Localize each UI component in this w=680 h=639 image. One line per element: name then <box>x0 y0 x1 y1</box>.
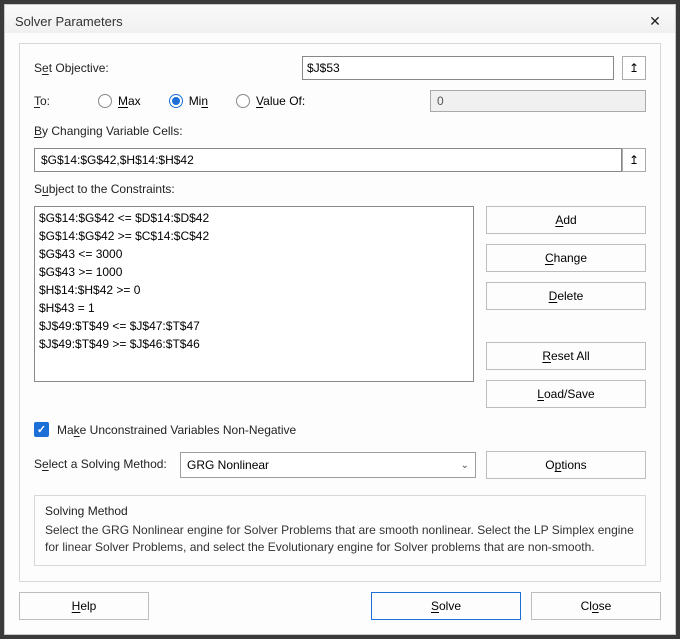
changing-row: ↥ <box>34 148 646 172</box>
objective-row: Set Objective: ↥ <box>34 56 646 80</box>
solving-method-value: GRG Nonlinear <box>187 458 269 472</box>
radio-icon <box>98 94 112 108</box>
checkbox-checked-icon: ✓ <box>34 422 49 437</box>
changing-ref-button[interactable]: ↥ <box>622 148 646 172</box>
radio-min[interactable]: Min <box>169 94 208 108</box>
solving-method-row: Select a Solving Method: GRG Nonlinear ⌄… <box>34 451 646 479</box>
changing-label: By Changing Variable Cells: <box>34 124 646 138</box>
delete-button[interactable]: Delete <box>486 282 646 310</box>
radio-icon-selected <box>169 94 183 108</box>
to-label: To: <box>34 94 90 108</box>
main-panel: Set Objective: ↥ To: Max <box>19 43 661 582</box>
radio-valueof-label: Value Of: <box>256 94 305 108</box>
help-button[interactable]: Help <box>19 592 149 620</box>
radio-max[interactable]: Max <box>98 94 141 108</box>
close-button[interactable]: Close <box>531 592 661 620</box>
info-title: Solving Method <box>45 504 635 518</box>
collapse-ref-icon: ↥ <box>629 62 639 74</box>
to-row: To: Max Min Value Of: <box>34 90 646 112</box>
collapse-ref-icon: ↥ <box>629 154 639 166</box>
solve-button[interactable]: Solve <box>371 592 521 620</box>
footer: Help Solve Close <box>5 582 675 634</box>
unconstrained-checkbox-row[interactable]: ✓ Make Unconstrained Variables Non-Negat… <box>34 422 646 437</box>
close-icon[interactable]: ✕ <box>643 9 667 33</box>
radio-icon <box>236 94 250 108</box>
add-button[interactable]: Add <box>486 206 646 234</box>
change-button[interactable]: Change <box>486 244 646 272</box>
load-save-button[interactable]: Load/Save <box>486 380 646 408</box>
constraints-area: Add Change Delete Reset All Load/Save <box>34 206 646 408</box>
unconstrained-label: Make Unconstrained Variables Non-Negativ… <box>57 423 296 437</box>
window-title: Solver Parameters <box>15 14 643 29</box>
radio-max-label: Max <box>118 94 141 108</box>
solving-method-label: Select a Solving Method: <box>34 457 170 473</box>
constraint-buttons: Add Change Delete Reset All Load/Save <box>486 206 646 408</box>
reset-all-button[interactable]: Reset All <box>486 342 646 370</box>
solver-dialog: Solver Parameters ✕ Set Objective: ↥ To: <box>4 4 676 635</box>
solving-method-select[interactable]: GRG Nonlinear ⌄ <box>180 452 476 478</box>
info-body: Select the GRG Nonlinear engine for Solv… <box>45 522 635 557</box>
changing-input[interactable] <box>34 148 622 172</box>
objective-label: Set Objective: <box>34 61 294 75</box>
constraints-label: Subject to the Constraints: <box>34 182 646 196</box>
chevron-down-icon: ⌄ <box>461 460 469 471</box>
objective-input[interactable] <box>302 56 614 80</box>
objective-ref-button[interactable]: ↥ <box>622 56 646 80</box>
to-radio-group: Max Min Value Of: <box>98 94 305 108</box>
valueof-input[interactable] <box>430 90 646 112</box>
titlebar: Solver Parameters ✕ <box>5 5 675 33</box>
constraints-list[interactable] <box>34 206 474 382</box>
solving-method-info: Solving Method Select the GRG Nonlinear … <box>34 495 646 566</box>
radio-min-label: Min <box>189 94 208 108</box>
content-area: Set Objective: ↥ To: Max <box>5 33 675 582</box>
options-button[interactable]: Options <box>486 451 646 479</box>
radio-valueof[interactable]: Value Of: <box>236 94 305 108</box>
